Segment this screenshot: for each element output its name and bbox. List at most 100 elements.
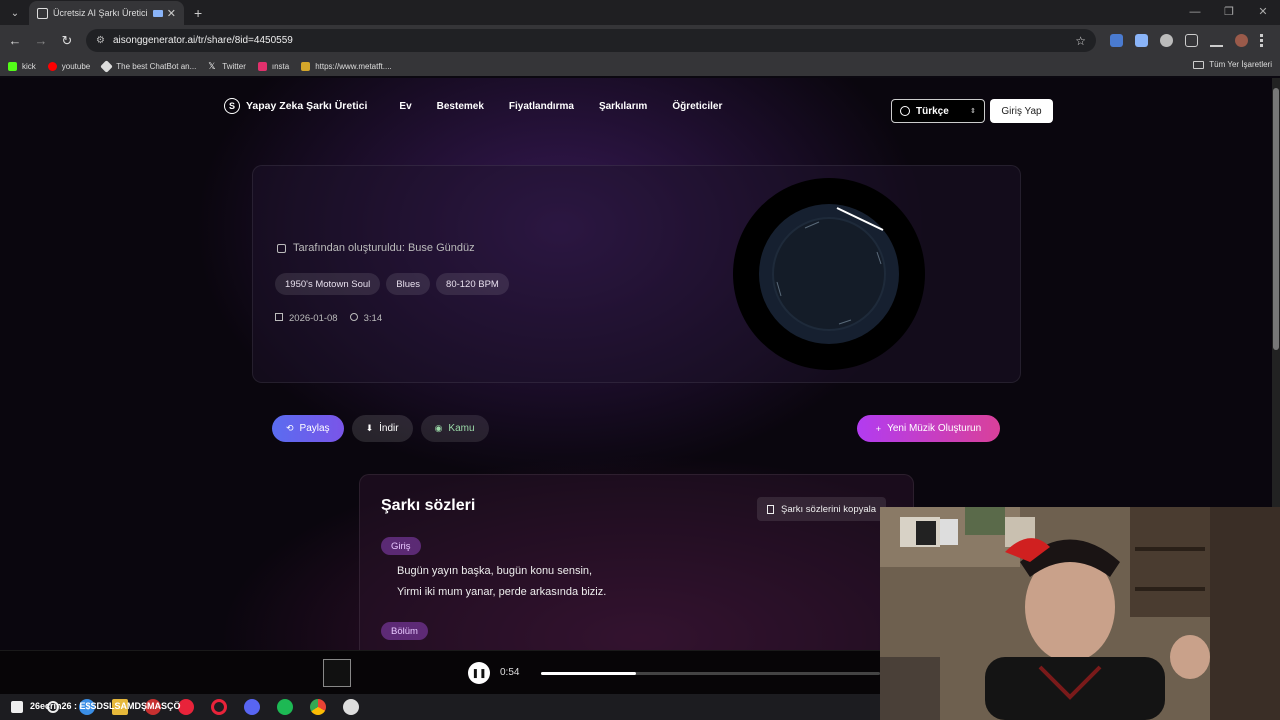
chevron-updown-icon: ⇕ [970,108,976,115]
bookmark-item[interactable]: https://www.metatft.... [301,61,392,71]
share-icon: ⟲ [286,423,294,433]
bookmark-item[interactable]: kick [8,61,36,71]
menu-dots-icon[interactable] [1260,34,1263,47]
menu-item-pricing[interactable]: Fiyatlandırma [509,101,574,112]
webcam-overlay [880,507,1280,720]
section-tag: Giriş [381,537,421,555]
media-icon[interactable] [1210,34,1223,47]
bookmark-icon [8,61,17,71]
pause-button[interactable]: ❚❚ [468,662,490,684]
login-button[interactable]: Giriş Yap [990,99,1053,123]
forward-icon[interactable]: → [30,33,52,48]
site-header: S Yapay Zeka Şarkı Üretici Ev Bestemek F… [224,98,747,114]
url-text: aisonggenerator.ai/tr/share/8id=4450559 [112,35,293,46]
bookmark-icon [47,61,57,71]
logo-icon: S [224,98,240,114]
lyrics-panel: Şarkı sözleri Şarkı sözlerini kopyala Gi… [359,474,914,650]
extension-icon[interactable] [1135,34,1148,47]
audio-player: ❚❚ 0:54 [0,650,880,694]
song-meta: 2026-01-08 3:14 [275,313,382,324]
calendar-icon [275,313,283,321]
menu-item-my-songs[interactable]: Şarkılarım [599,101,647,112]
opera-icon[interactable] [211,699,227,715]
menu-item-compose[interactable]: Bestemek [437,101,484,112]
restore-icon[interactable]: ❐ [1212,0,1246,24]
browser-tabbar: ⌄ Ücretsiz AI Şarkı Üretici - AI ✕ + — ❐… [0,0,1280,25]
avatar[interactable] [1235,34,1248,47]
all-bookmarks[interactable]: Tüm Yer İşaretleri [1193,60,1272,69]
chrome-icon[interactable] [310,699,326,715]
menu-item-tutorials[interactable]: Öğreticiler [672,101,722,112]
bookmark-icon [257,61,267,71]
vinyl-disc [733,178,925,370]
new-music-button[interactable]: + Yeni Müzik Oluşturun [857,415,1000,442]
discord-icon[interactable] [244,699,260,715]
site-logo[interactable]: S Yapay Zeka Şarkı Üretici [224,98,367,114]
spotify-icon[interactable] [277,699,293,715]
taskbar-text: 26ecrin26 : E$SDSLSAMDŞMASÇÖ [30,701,181,711]
extensions-area [1110,34,1263,47]
section-tag: Bölüm [381,622,428,640]
clock-icon [349,313,358,321]
creator-info: Tarafından oluşturuldu: Buse Gündüz [277,242,475,254]
tag-chip: Blues [386,273,431,295]
lyrics-title: Şarkı sözleri [381,497,476,514]
current-time: 0:54 [500,667,520,678]
bookmark-item[interactable]: ınsta [257,61,289,71]
progress-fill [541,672,636,675]
public-button[interactable]: ◉ Kamu [420,415,489,442]
site-info-icon[interactable]: ⚙ [96,35,105,46]
audio-playing-icon [152,9,163,17]
start-icon[interactable] [11,701,23,713]
site-favicon-icon [37,7,48,19]
webcam-image [880,507,1280,720]
main-menu: Ev Bestemek Fiyatlandırma Şarkılarım Öğr… [399,101,747,112]
globe-icon: ◉ [434,423,443,433]
bookmark-icon: 𝕏 [208,60,216,71]
close-window-icon[interactable]: ✕ [1246,0,1280,24]
tab-search-icon[interactable]: ⌄ [3,1,27,25]
bookmark-icon [100,59,114,73]
bookmark-item[interactable]: 𝕏 Twitter [208,60,246,71]
bookmarks-bar: kick youtube The best ChatBot an... 𝕏 Twi… [0,56,1280,76]
browser-tab[interactable]: Ücretsiz AI Şarkı Üretici - AI ✕ [29,1,184,25]
bookmark-star-icon[interactable]: ☆ [1075,34,1086,48]
download-button[interactable]: ⬇ İndir [351,415,413,442]
minimize-icon[interactable]: — [1178,0,1212,24]
puzzle-icon[interactable] [1185,34,1198,47]
tag-chip: 1950's Motown Soul [275,273,381,295]
progress-slider[interactable] [541,672,880,675]
logo-text: Yapay Zeka Şarkı Üretici [246,100,368,112]
checkbox-icon [277,243,286,253]
url-bar[interactable]: ⚙ aisonggenerator.ai/tr/share/8id=445055… [86,29,1096,52]
copy-lyrics-button[interactable]: Şarkı sözlerini kopyala [757,497,887,521]
scrollbar-thumb[interactable] [1273,88,1279,350]
song-actions: ⟲ Paylaş ⬇ İndir ◉ Kamu [272,415,489,442]
address-toolbar: ← → ↻ ⚙ aisonggenerator.ai/tr/share/8id=… [0,25,1280,56]
language-select[interactable]: Türkçe ⇕ [891,99,985,123]
tag-chip: 80-120 BPM [436,273,509,295]
folder-icon [1193,60,1205,69]
date-field: 2026-01-08 [275,313,338,324]
bookmark-icon [301,61,311,71]
lyric-line: Yirmi iki mum yanar, perde arkasında biz… [397,586,607,598]
bookmark-item[interactable]: youtube [47,61,90,71]
share-button[interactable]: ⟲ Paylaş [272,415,344,442]
os-taskbar: 26ecrin26 : E$SDSLSAMDŞMASÇÖ [0,694,880,720]
bookmark-item[interactable]: The best ChatBot an... [100,59,196,73]
close-tab-icon[interactable]: ✕ [167,7,176,20]
extension-icon[interactable] [1160,34,1173,47]
download-icon: ⬇ [365,423,374,433]
duration-field: 3:14 [349,313,382,324]
globe-icon [900,106,910,116]
reload-icon[interactable]: ↻ [56,33,78,49]
new-tab-icon[interactable]: + [194,5,202,21]
track-thumbnail [323,659,351,687]
lyric-line: Bugün yayın başka, bugün konu sensin, [397,565,593,577]
plus-icon: + [875,423,882,434]
app-icon[interactable] [343,699,359,715]
extension-icon[interactable] [1110,34,1123,47]
song-card: Tarafından oluşturuldu: Buse Gündüz 1950… [252,165,1021,383]
back-icon[interactable]: ← [4,33,26,48]
menu-item-home[interactable]: Ev [399,101,411,112]
